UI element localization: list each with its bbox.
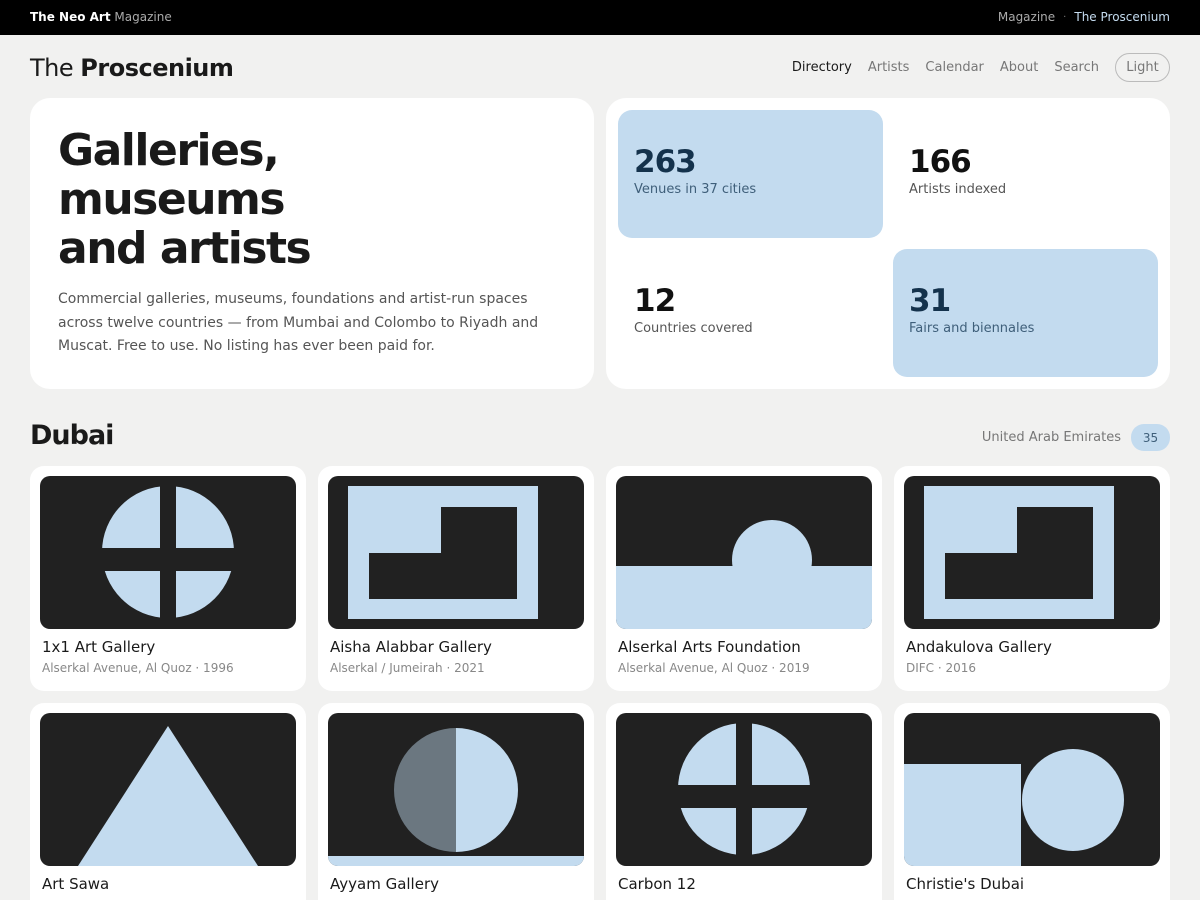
venue-thumbnail bbox=[40, 476, 296, 629]
venue-thumbnail bbox=[904, 476, 1160, 629]
nav-search[interactable]: Search bbox=[1054, 60, 1099, 75]
site-title[interactable]: The Proscenium bbox=[30, 54, 234, 82]
venue-name: Ayyam Gallery bbox=[330, 875, 439, 893]
stat-label: Countries covered bbox=[634, 321, 753, 336]
stat-countries: 12 Countries covered bbox=[618, 249, 883, 377]
site-title-bold: Proscenium bbox=[80, 54, 234, 82]
venue-card[interactable]: Andakulova Gallery DIFC · 2016 bbox=[894, 466, 1170, 691]
venue-card[interactable]: Ayyam Gallery bbox=[318, 703, 594, 900]
separator-dot: · bbox=[1063, 11, 1067, 23]
venue-thumbnail bbox=[904, 713, 1160, 866]
venue-card[interactable]: Carbon 12 bbox=[606, 703, 882, 900]
stat-value: 12 bbox=[634, 283, 676, 319]
frame-step-graphic bbox=[924, 486, 1114, 619]
city-section-title: Dubai bbox=[30, 420, 114, 451]
frame-step-graphic bbox=[348, 486, 538, 619]
venue-thumbnail bbox=[616, 476, 872, 629]
hero-heading-line: and artists bbox=[58, 223, 312, 274]
quartered-circle-graphic bbox=[616, 713, 872, 866]
venue-thumbnail bbox=[616, 713, 872, 866]
hero-card: Galleries, museums and artists Commercia… bbox=[30, 98, 594, 389]
venue-name: Art Sawa bbox=[42, 875, 110, 893]
venue-card[interactable]: Alserkal Arts Foundation Alserkal Avenue… bbox=[606, 466, 882, 691]
venue-thumbnail bbox=[40, 713, 296, 866]
magazine-brand[interactable]: The Neo Art Magazine bbox=[30, 10, 172, 24]
venue-thumbnail bbox=[328, 713, 584, 866]
hero-description: Commercial galleries, museums, foundatio… bbox=[58, 291, 539, 354]
venue-card[interactable]: Aisha Alabbar Gallery Alserkal / Jumeira… bbox=[318, 466, 594, 691]
country-label: United Arab Emirates bbox=[981, 430, 1121, 445]
theme-toggle-button[interactable]: Light bbox=[1115, 53, 1170, 82]
venue-name: Alserkal Arts Foundation bbox=[618, 638, 801, 656]
venue-thumbnail bbox=[328, 476, 584, 629]
quartered-circle-graphic bbox=[40, 476, 296, 629]
nav-about[interactable]: About bbox=[1000, 60, 1038, 75]
venue-name: 1x1 Art Gallery bbox=[42, 638, 156, 656]
brand-subtitle: Magazine bbox=[114, 10, 172, 24]
proscenium-link[interactable]: The Proscenium bbox=[1074, 10, 1170, 24]
stat-value: 166 bbox=[909, 144, 972, 180]
venue-name: Aisha Alabbar Gallery bbox=[330, 638, 492, 656]
venue-meta: DIFC · 2016 bbox=[906, 661, 977, 675]
main-nav: Directory Artists Calendar About Search … bbox=[776, 53, 1170, 82]
stats-panel: 263 Venues in 37 cities 166 Artists inde… bbox=[606, 98, 1170, 389]
venue-card[interactable]: 1x1 Art Gallery Alserkal Avenue, Al Quoz… bbox=[30, 466, 306, 691]
sunrise-graphic bbox=[616, 520, 872, 629]
stat-value: 263 bbox=[634, 144, 697, 180]
stat-fairs: 31 Fairs and biennales bbox=[893, 249, 1158, 377]
nav-artists[interactable]: Artists bbox=[868, 60, 910, 75]
stat-label: Venues in 37 cities bbox=[634, 182, 757, 197]
venue-name: Christie's Dubai bbox=[906, 875, 1025, 893]
nav-calendar[interactable]: Calendar bbox=[925, 60, 983, 75]
stat-label: Artists indexed bbox=[909, 182, 1007, 197]
magazine-link[interactable]: Magazine bbox=[998, 10, 1055, 24]
stat-value: 31 bbox=[909, 283, 951, 319]
hero-heading-line: Galleries, bbox=[58, 125, 280, 176]
hero-heading: Galleries, museums and artists bbox=[58, 126, 498, 273]
hero-heading-line: museums bbox=[58, 174, 286, 225]
venue-card[interactable]: Christie's Dubai bbox=[894, 703, 1170, 900]
top-bar-links: Magazine · The Proscenium bbox=[998, 10, 1170, 24]
triangle-graphic bbox=[78, 726, 258, 866]
venue-count-badge: 35 bbox=[1131, 424, 1170, 451]
site-title-light: The bbox=[30, 54, 74, 82]
venue-name: Andakulova Gallery bbox=[906, 638, 1052, 656]
half-circle-graphic bbox=[328, 728, 584, 866]
city-section-meta: United Arab Emirates 35 bbox=[982, 424, 1170, 451]
stat-artists: 166 Artists indexed bbox=[893, 110, 1158, 238]
venue-card[interactable]: Art Sawa bbox=[30, 703, 306, 900]
stat-venues: 263 Venues in 37 cities bbox=[618, 110, 883, 238]
square-circle-graphic bbox=[904, 749, 1124, 866]
brand-name: The Neo Art bbox=[30, 10, 111, 24]
venue-meta: Alserkal Avenue, Al Quoz · 1996 bbox=[42, 661, 234, 675]
stat-label: Fairs and biennales bbox=[909, 321, 1035, 336]
top-bar: The Neo Art Magazine Magazine · The Pros… bbox=[0, 0, 1200, 35]
nav-directory[interactable]: Directory bbox=[792, 60, 852, 75]
venue-name: Carbon 12 bbox=[618, 875, 696, 893]
venue-meta: Alserkal / Jumeirah · 2021 bbox=[330, 661, 485, 675]
venue-meta: Alserkal Avenue, Al Quoz · 2019 bbox=[618, 661, 810, 675]
